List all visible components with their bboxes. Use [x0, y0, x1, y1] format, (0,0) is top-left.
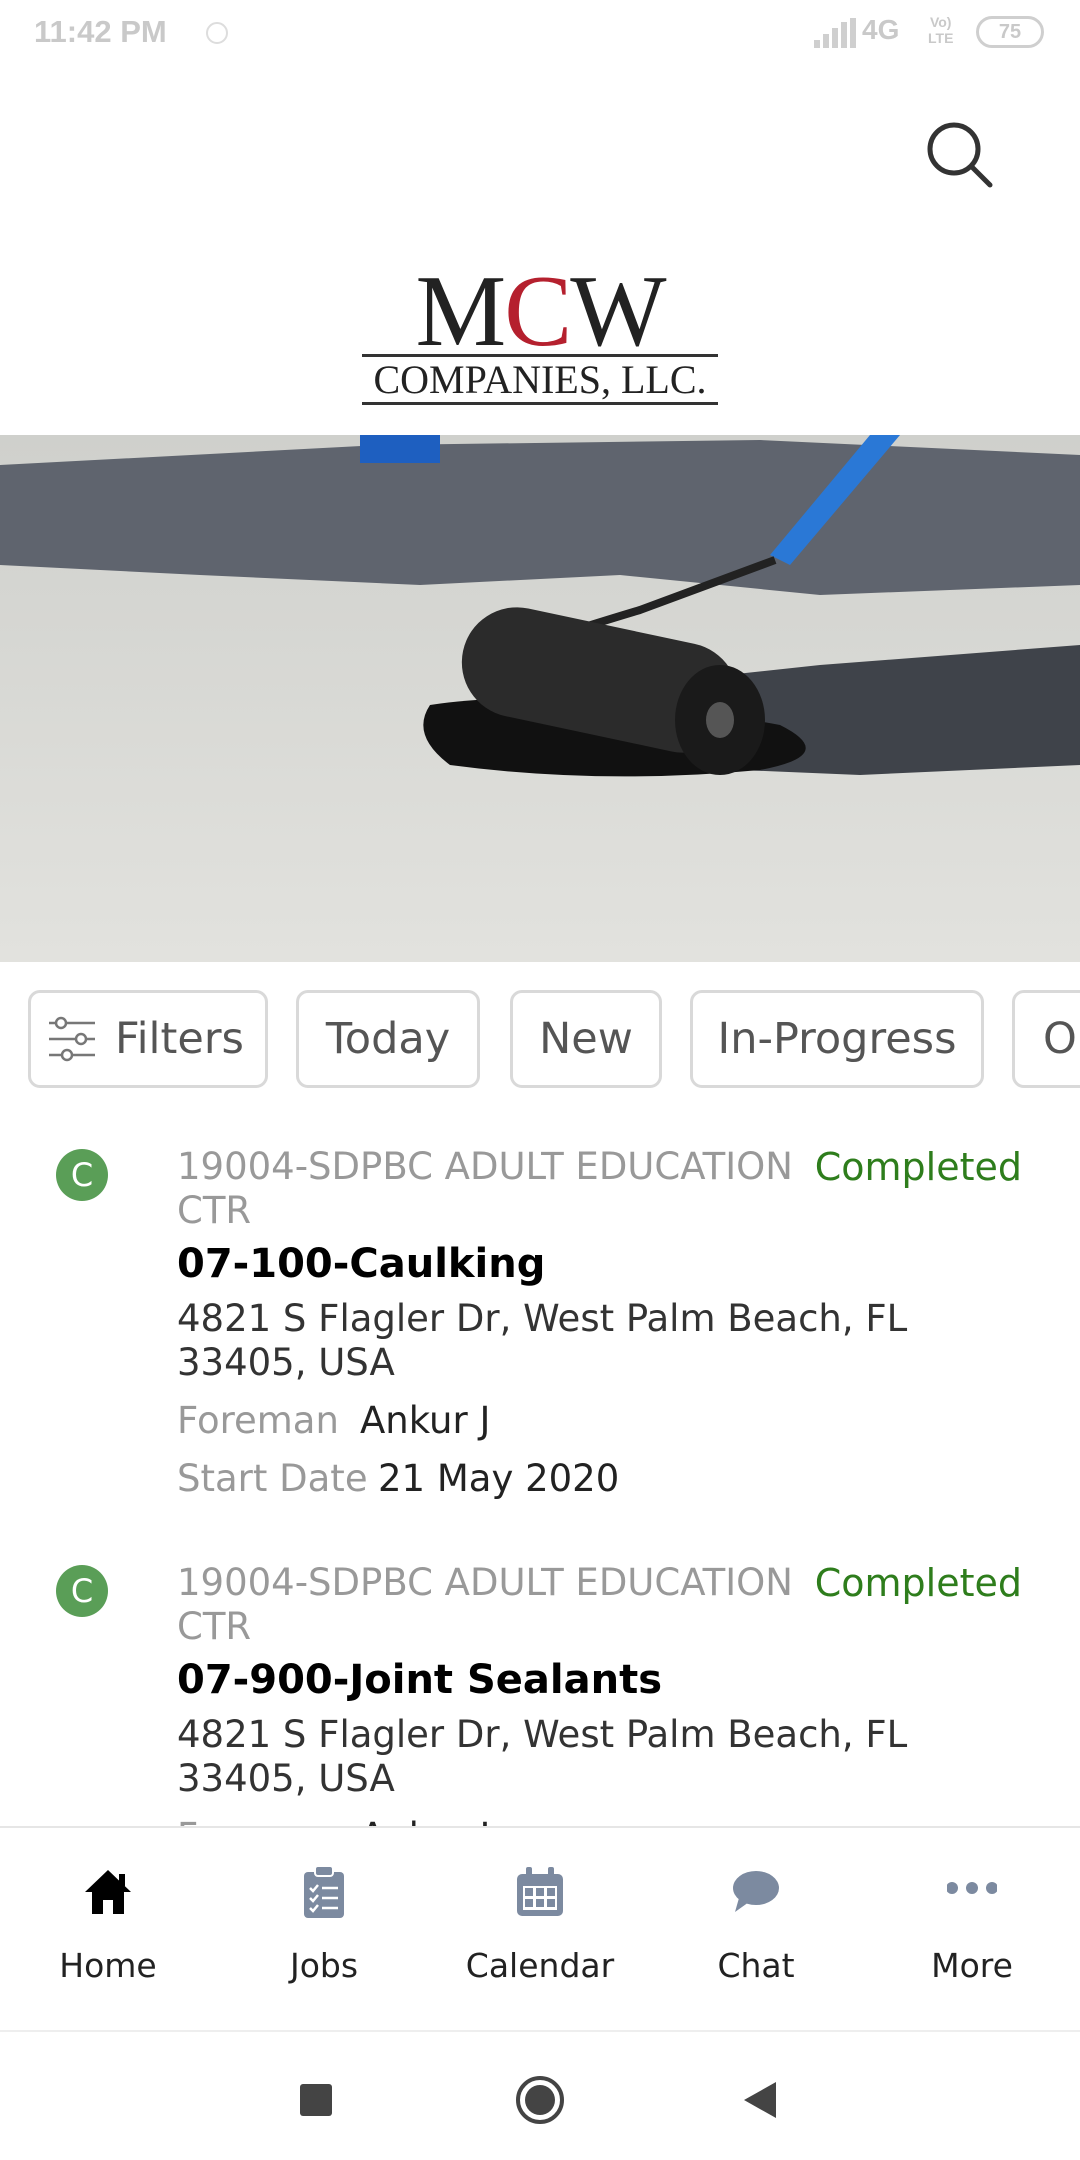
chip-in-progress[interactable]: In-Progress	[690, 990, 984, 1088]
nav-more-label: More	[931, 1946, 1013, 1985]
battery-icon: 75	[976, 16, 1044, 48]
status-badge: C	[56, 1565, 108, 1617]
nav-more[interactable]: More	[864, 1828, 1080, 2032]
logo-rule-bottom	[362, 402, 718, 405]
status-bar: 11:42 PM 4G Vo) LTE 75	[0, 0, 1080, 70]
system-navigation-bar	[0, 2030, 1080, 2160]
filter-chip-bar: Filters Today New In-Progress O	[0, 990, 1080, 1090]
job-status: Completed	[814, 1561, 1022, 1605]
logo-letter-c: C	[504, 255, 572, 368]
hero-carousel[interactable]	[0, 435, 1080, 962]
volte-bottom: LTE	[928, 30, 954, 46]
clipboard-icon	[304, 1865, 344, 1918]
chip-today-label: Today	[325, 1014, 451, 1064]
home-circle-icon[interactable]	[514, 2074, 566, 2126]
job-title: 07-100-Caulking	[177, 1241, 546, 1287]
status-badge: C	[56, 1149, 108, 1201]
chip-new[interactable]: New	[510, 990, 662, 1088]
job-list-item[interactable]: C 19004-SDPBC ADULT EDUCATION CTR Comple…	[0, 1561, 1080, 1826]
chip-overflow-label: O	[1043, 1014, 1077, 1064]
chip-overflow[interactable]: O	[1012, 990, 1080, 1088]
nav-calendar-label: Calendar	[465, 1946, 615, 1985]
back-icon[interactable]	[742, 2080, 778, 2120]
hero-image	[0, 435, 1080, 962]
job-address: 4821 S Flagler Dr, West Palm Beach, FL 3…	[177, 1713, 908, 1800]
foreman-label: Foreman	[177, 1399, 339, 1442]
home-icon	[85, 1870, 131, 1914]
nav-jobs[interactable]: Jobs	[216, 1828, 432, 2032]
logo-letter-m: M	[415, 255, 506, 368]
filters-label: Filters	[115, 1014, 244, 1064]
search-icon	[927, 122, 993, 188]
start-date-label: Start Date	[177, 1457, 368, 1500]
foreman-value: Ankur J	[360, 1815, 490, 1826]
chat-icon	[733, 1871, 779, 1912]
nav-jobs-label: Jobs	[289, 1946, 359, 1985]
nav-chat[interactable]: Chat	[648, 1828, 864, 2032]
job-status: Completed	[814, 1145, 1022, 1189]
nav-calendar[interactable]: Calendar	[432, 1828, 648, 2032]
recents-icon[interactable]	[298, 2082, 334, 2118]
logo-mark: MCW	[360, 261, 720, 363]
job-list-item[interactable]: C 19004-SDPBC ADULT EDUCATION CTR Comple…	[0, 1145, 1080, 1515]
nav-chat-label: Chat	[717, 1946, 795, 1985]
nav-home-label: Home	[59, 1946, 157, 1985]
signal-icon	[814, 18, 856, 48]
chip-in-progress-label: In-Progress	[717, 1014, 957, 1064]
logo-letter-w: W	[570, 255, 666, 368]
nav-home[interactable]: Home	[0, 1828, 216, 2032]
volte-top: Vo)	[929, 14, 952, 30]
company-logo: MCW COMPANIES, LLC.	[360, 261, 720, 412]
foreman-label: Foreman	[177, 1815, 339, 1826]
job-address: 4821 S Flagler Dr, West Palm Beach, FL 3…	[177, 1297, 908, 1384]
network-type: 4G	[862, 14, 900, 45]
foreman-value: Ankur J	[360, 1399, 491, 1442]
job-project: 19004-SDPBC ADULT EDUCATION CTR	[177, 1145, 793, 1232]
calendar-icon	[517, 1867, 563, 1916]
bottom-navigation: Home Jobs Calendar Chat More	[0, 1826, 1080, 2030]
search-button[interactable]	[920, 115, 1000, 195]
job-title: 07-900-Joint Sealants	[177, 1657, 662, 1703]
status-time: 11:42 PM	[34, 14, 167, 49]
more-icon	[947, 1882, 997, 1894]
filters-button[interactable]: Filters	[28, 990, 268, 1088]
logo-subtitle: COMPANIES, LLC.	[373, 357, 707, 402]
chip-today[interactable]: Today	[296, 990, 480, 1088]
volte-indicator: Vo) LTE	[928, 14, 953, 46]
job-project: 19004-SDPBC ADULT EDUCATION CTR	[177, 1561, 793, 1648]
sync-icon	[206, 22, 228, 44]
chip-new-label: New	[539, 1014, 633, 1064]
sliders-icon	[49, 1016, 95, 1062]
start-date-value: 21 May 2020	[378, 1457, 620, 1500]
